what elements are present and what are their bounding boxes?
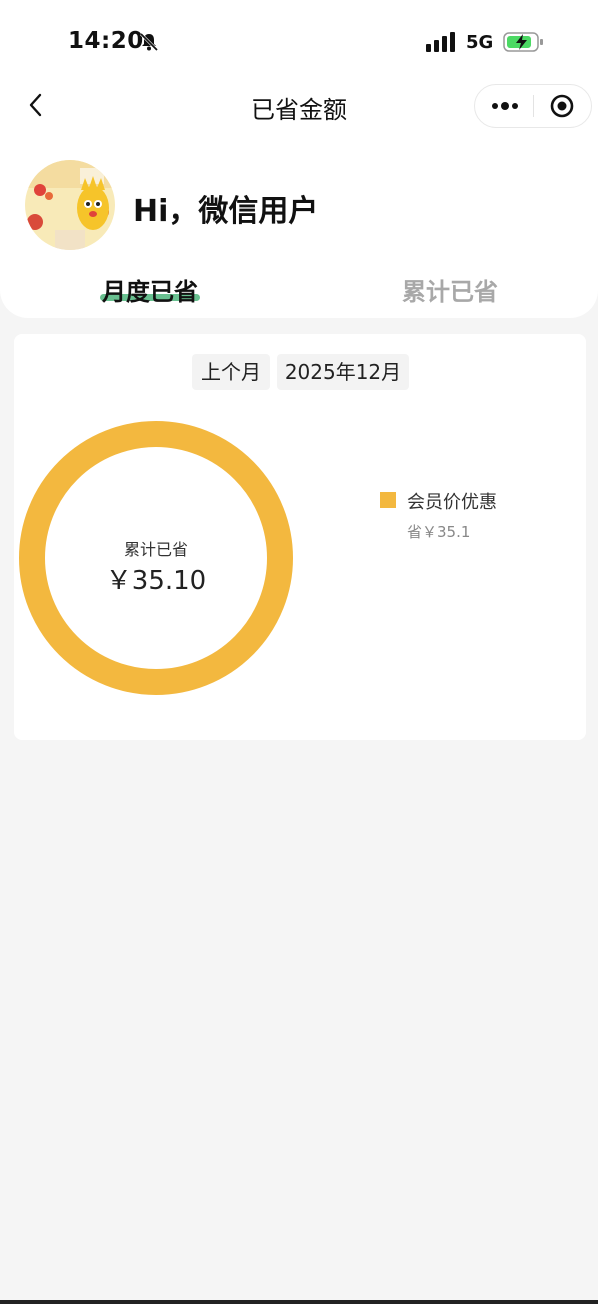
nav-bar: 已省金额 — [0, 84, 598, 128]
savings-card: 上个月 2025年12月 累计已省 ￥35.10 会员价优惠 省￥35.1 — [14, 334, 586, 740]
network-type: 5G — [466, 32, 494, 53]
month-picker[interactable]: 2025年12月 — [277, 354, 409, 390]
more-dots-icon[interactable] — [489, 93, 521, 119]
tab-total-saved[interactable]: 累计已省 — [402, 272, 498, 307]
legend-item-value: 省￥35.1 — [407, 523, 471, 541]
status-bar: 14:20 5G — [0, 0, 598, 84]
donut-center-value: ￥35.10 — [105, 566, 207, 596]
bell-muted-icon — [139, 32, 159, 52]
miniprogram-capsule — [474, 84, 592, 128]
home-indicator — [0, 1300, 598, 1304]
capsule-divider — [533, 95, 534, 117]
close-target-icon[interactable] — [549, 93, 575, 119]
status-time: 14:20 — [68, 28, 144, 54]
avatar-image — [25, 160, 115, 250]
battery-charging-icon — [503, 32, 543, 52]
tab-monthly-saved[interactable]: 月度已省 — [102, 272, 198, 307]
avatar — [25, 160, 115, 250]
user-greeting: Hi，微信用户 — [133, 194, 319, 229]
signal-icon — [426, 32, 455, 52]
legend-color-swatch — [380, 492, 396, 508]
prev-month-button[interactable]: 上个月 — [192, 354, 270, 390]
legend-item-name: 会员价优惠 — [407, 492, 497, 513]
header-panel: 14:20 5G 已省金额 Hi，微信用户 月度已省 累计已省 — [0, 0, 598, 318]
donut-center-label: 累计已省 — [123, 540, 188, 559]
